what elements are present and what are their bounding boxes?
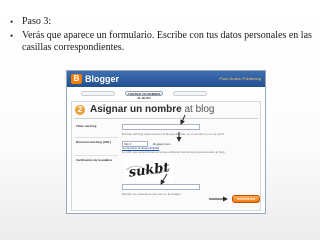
blog-title-help: El título del blog aparecerá en el blog … xyxy=(122,132,225,136)
slide-bullet-list: • Paso 3: • Verás que aparece un formula… xyxy=(10,16,312,56)
blogger-logo-icon: B xyxy=(71,74,82,84)
panel-title-light: at blog xyxy=(184,104,215,115)
captcha-image: sukbt xyxy=(124,156,174,182)
row-divider xyxy=(74,137,118,138)
bullet-dot-icon: • xyxy=(10,17,14,27)
blog-title-input[interactable] xyxy=(122,124,200,130)
blog-title-label: Título del blog xyxy=(76,124,97,128)
blogger-brand: Blogger xyxy=(85,74,120,84)
bullet-dot-icon: • xyxy=(10,31,14,41)
bullet-item: • Paso 3: xyxy=(10,16,312,28)
name-blog-panel: 2 Asignar un nombre at blog Título del b… xyxy=(71,101,261,211)
step-indicator-label: ASIGNAR UN NOMBRE AL BLOG xyxy=(127,92,161,100)
blog-address-help: La URL que seleccionas es la que utiliza… xyxy=(122,150,226,154)
captcha-help: Escribe los caracteres que ves en la ima… xyxy=(122,192,182,196)
blogger-header: B Blogger Push-Button Publishing xyxy=(67,71,265,87)
step-indicator-previous xyxy=(81,91,115,96)
publisher-tagline: Push-Button Publishing xyxy=(219,76,261,81)
blogger-screenshot: B Blogger Push-Button Publishing ASIGNAR… xyxy=(66,70,266,214)
blog-address-label: Dirección del blog (URL) xyxy=(76,140,112,144)
bullet-item: • Verás que aparece un formulario. Escri… xyxy=(10,30,312,54)
step-indicator-active: ASIGNAR UN NOMBRE AL BLOG xyxy=(125,91,163,100)
continue-button[interactable]: CONTINUAR xyxy=(232,195,260,203)
row-divider xyxy=(74,155,118,156)
title-divider xyxy=(74,118,258,119)
word-verification-label: Verificación de la palabra xyxy=(76,158,113,162)
panel-title: Asignar un nombre at blog xyxy=(90,103,215,117)
step-progress-bar: ASIGNAR UN NOMBRE AL BLOG xyxy=(67,87,265,101)
bullet-text: Verás que aparece un formulario. Escribe… xyxy=(22,30,312,53)
step-number-badge: 2 xyxy=(75,105,85,115)
panel-title-bold: Asignar un nombre xyxy=(90,104,182,115)
word-verification-input[interactable] xyxy=(122,184,200,190)
step-indicator-next xyxy=(173,91,207,96)
bullet-text: Paso 3: xyxy=(22,16,52,27)
